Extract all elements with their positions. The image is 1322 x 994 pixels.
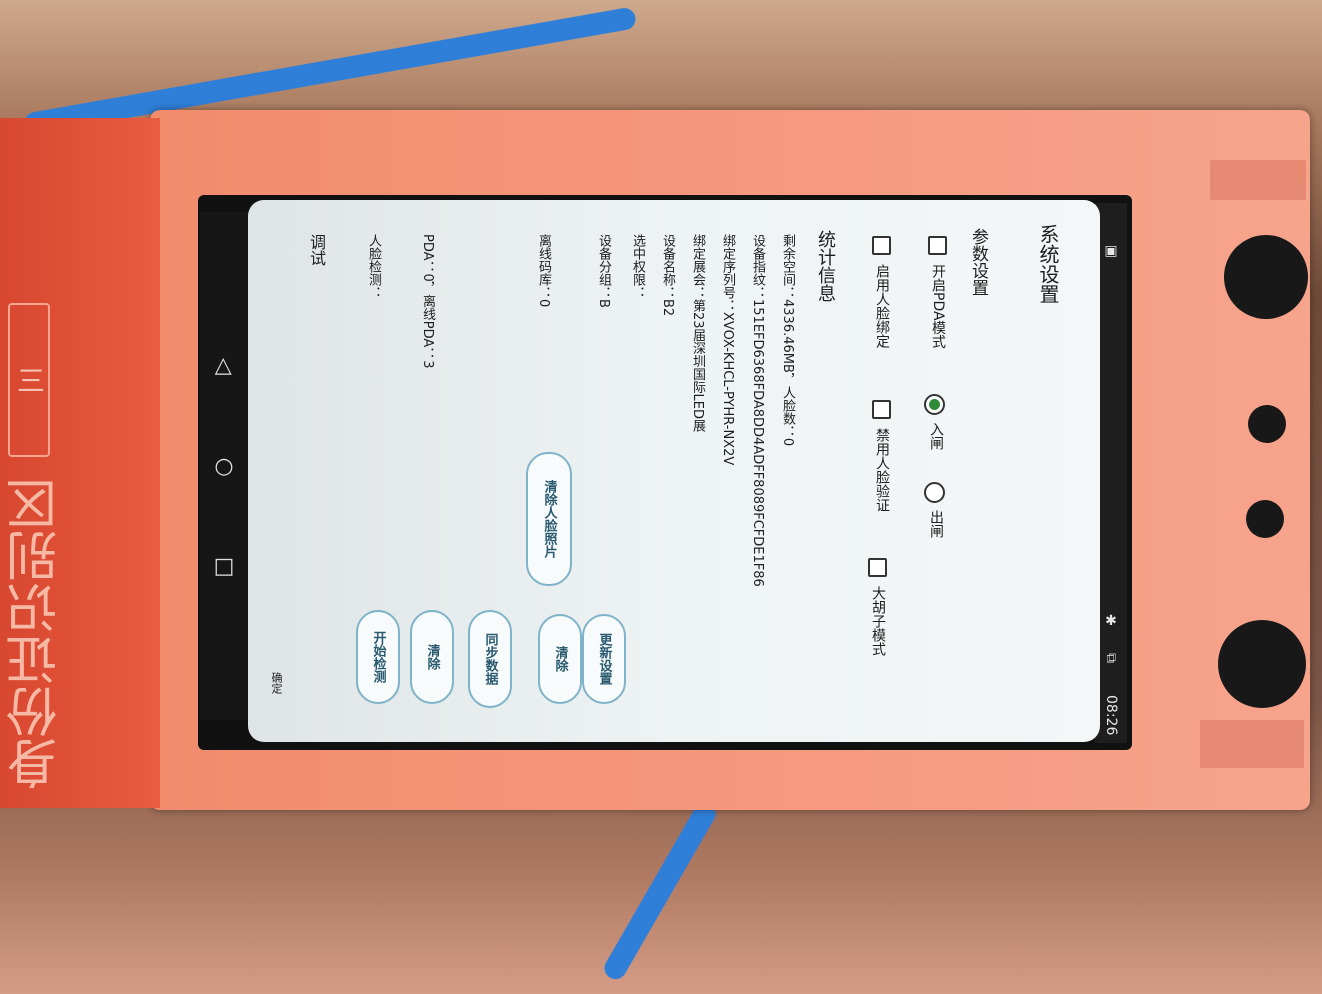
back-icon[interactable]: ◁ xyxy=(212,343,237,391)
bluetooth-icon: ✱ xyxy=(1103,613,1119,629)
debug-header: 调试 xyxy=(307,234,326,266)
device-slot-bottom xyxy=(1200,720,1304,768)
id-reader-label: 身份证识别区 xyxy=(7,478,67,790)
camera-lens-bottom xyxy=(1218,620,1306,708)
reader-logo: 三 xyxy=(8,303,50,457)
radio-out-gate[interactable] xyxy=(924,482,945,503)
id-card-reader-panel: 三 身份证识别区 xyxy=(0,118,160,808)
radio-out-gate-label: 出闸 xyxy=(928,510,944,538)
disable-face-verify-label: 禁用人脸验证 xyxy=(874,428,890,512)
update-settings-button[interactable]: 更新设置 xyxy=(582,614,626,704)
free-space-text: 剩余空间：4336.46MB，人脸数：0 xyxy=(780,234,795,447)
pda-mode-checkbox[interactable] xyxy=(928,236,947,255)
notification-icon: ▣ xyxy=(1103,243,1119,259)
disable-face-verify-checkbox[interactable] xyxy=(872,400,891,419)
confirm-button[interactable]: 确定 xyxy=(268,672,284,694)
device-fingerprint-text: 设备指纹：151EFD6368FDA8DD4ADFF8089FCFDE1F86 xyxy=(750,234,765,587)
offline-codebase-text: 离线码库：0 xyxy=(536,234,551,308)
pda-stats-text: PDA：0，离线PDA：3 xyxy=(420,234,435,369)
dialog-title: 系统设置 xyxy=(1036,224,1060,304)
device-name-text: 设备名称：B2 xyxy=(660,234,675,317)
bind-serial-text: 绑定序列号：XVOX-KHCL-PYHR-NX2V xyxy=(720,234,735,466)
sensor-dot-2 xyxy=(1246,500,1284,538)
camera-lens-top xyxy=(1224,235,1308,319)
cast-icon: ⧉ xyxy=(1103,653,1119,663)
photo-scene: 三 身份证识别区 08:26 ⧉ ✱ ▣ ◁ ○ □ 系统设置 参数设置 开启P… xyxy=(0,0,1322,994)
selected-permission-text: 选中权限： xyxy=(630,234,645,299)
clear-face-photos-button[interactable]: 清除人脸照片 xyxy=(526,452,572,586)
recents-icon[interactable]: □ xyxy=(200,554,248,579)
sensor-dot-1 xyxy=(1248,405,1286,443)
start-detect-button[interactable]: 开始检测 xyxy=(356,610,400,704)
radio-in-gate-label: 入闸 xyxy=(928,422,944,450)
blue-cable-bottom xyxy=(600,798,720,984)
face-detect-label: 人脸检测： xyxy=(366,234,381,299)
params-header: 参数设置 xyxy=(968,228,988,296)
pda-mode-label: 开启PDA模式 xyxy=(930,264,946,349)
clear-button-2[interactable]: 清除 xyxy=(410,610,454,704)
sync-data-button[interactable]: 同步数据 xyxy=(468,610,512,708)
enable-face-bind-label: 启用人脸绑定 xyxy=(874,264,890,348)
status-time: 08:26 xyxy=(1103,695,1119,736)
enable-face-bind-checkbox[interactable] xyxy=(872,236,891,255)
clear-button-1[interactable]: 清除 xyxy=(538,614,582,704)
navigation-bar: ◁ ○ □ xyxy=(200,212,248,720)
system-settings-dialog: 系统设置 参数设置 开启PDA模式 入闸 出闸 启用人脸绑定 禁用人脸验证 大胡… xyxy=(248,200,1100,742)
bind-exhibition-text: 绑定展会：第23届深圳国际LED展 xyxy=(690,234,705,433)
stats-header: 统计信息 xyxy=(815,230,836,302)
beard-mode-checkbox[interactable] xyxy=(868,558,887,577)
device-group-text: 设备分组：B xyxy=(596,234,611,308)
beard-mode-label: 大胡子模式 xyxy=(870,586,886,656)
home-icon[interactable]: ○ xyxy=(200,454,248,479)
radio-in-gate[interactable] xyxy=(924,394,945,415)
device-slot-top xyxy=(1210,160,1306,200)
